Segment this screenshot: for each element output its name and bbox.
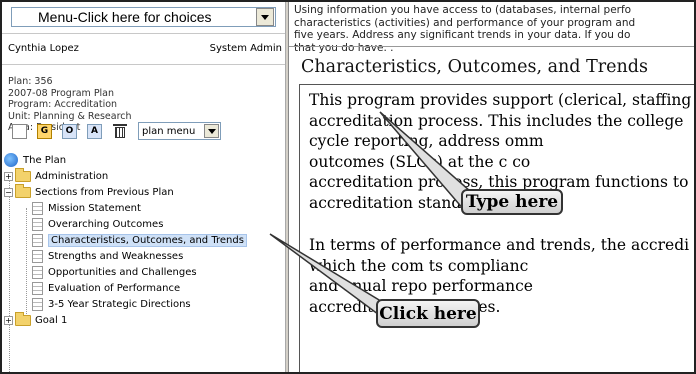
editor-line: which the com ts complianc	[309, 256, 529, 275]
g-button[interactable]: G	[37, 123, 52, 139]
tree-item-characteristics[interactable]: Characteristics, Outcomes, and Trends	[2, 232, 285, 248]
tree-label-selected: Characteristics, Outcomes, and Trends	[48, 233, 247, 247]
tree-item-strengths-weaknesses[interactable]: Strengths and Weaknesses	[2, 248, 285, 264]
tree-label: The Plan	[23, 154, 67, 166]
tree-label: Evaluation of Performance	[48, 282, 181, 294]
plan-globe-icon	[4, 153, 18, 167]
editor-line: In terms of performance and trends, the …	[309, 236, 690, 254]
tree-item-mission-statement[interactable]: Mission Statement	[2, 200, 285, 216]
editor-line: and anual repo performance	[309, 277, 533, 295]
tree-item-overarching-outcomes[interactable]: Overarching Outcomes	[2, 216, 285, 232]
tree-label: Mission Statement	[48, 202, 141, 214]
plan-name: 2007-08 Program Plan	[8, 87, 115, 99]
page-icon	[32, 265, 43, 279]
tree-node-goal-1[interactable]: + Goal 1	[2, 311, 285, 328]
main-menu-label: Menu-Click here for choices	[38, 9, 212, 25]
left-pane: Menu-Click here for choices Cynthia Lope…	[2, 2, 285, 372]
user-role: System Admin	[209, 43, 282, 54]
instruction-line: characteristics (activities) and perform…	[294, 16, 636, 29]
page-icon	[32, 281, 43, 295]
content-pane: Using information you have access to (da…	[289, 2, 694, 372]
tree-label: Sections from Previous Plan	[35, 186, 174, 198]
editor-line: accreditation processes.	[309, 297, 500, 316]
trash-icon[interactable]	[112, 123, 128, 139]
o-button[interactable]: O	[62, 123, 77, 139]
editor-line: accreditation process. This includes the…	[309, 111, 684, 130]
plan-program: Program: Accreditation	[8, 99, 118, 110]
tree-label: Goal 1	[35, 314, 68, 326]
expand-plus-icon[interactable]: +	[4, 171, 13, 181]
folder-open-icon	[15, 183, 31, 198]
page-icon	[32, 297, 43, 311]
tree-item-opportunities-challenges[interactable]: Opportunities and Challenges	[2, 264, 285, 280]
chevron-down-icon[interactable]	[256, 8, 274, 26]
tree-label: Overarching Outcomes	[48, 218, 164, 230]
tree-label: Administration	[35, 170, 109, 182]
tree-label: 3-5 Year Strategic Directions	[48, 298, 191, 310]
type-here-callout: Type here	[461, 189, 563, 215]
user-name: Cynthia Lopez	[8, 43, 79, 54]
plan-menu-label: plan menu	[142, 125, 196, 137]
plan-id: Plan: 356	[8, 76, 53, 87]
editor-line: This program provides support (clerical,…	[309, 91, 692, 109]
instruction-line: five years. Address any significant tren…	[294, 29, 631, 41]
tree-label: Strengths and Weaknesses	[48, 250, 184, 262]
page-icon	[32, 233, 43, 247]
a-button[interactable]: A	[87, 123, 102, 139]
click-here-callout: Click here	[376, 299, 480, 328]
tree-item-evaluation-performance[interactable]: Evaluation of Performance	[2, 280, 285, 296]
collapse-minus-icon[interactable]: −	[4, 187, 13, 197]
main-menu-select[interactable]: Menu-Click here for choices	[11, 7, 276, 27]
instruction-line: that you do have. .	[294, 41, 394, 54]
callout-label: Type here	[465, 192, 559, 212]
folder-icon	[15, 311, 31, 326]
expand-plus-icon[interactable]: +	[4, 315, 13, 325]
editor-line: outcomes (SLOs) at the c co	[309, 152, 531, 171]
plan-toolbar: G O A plan menu	[12, 119, 221, 143]
chevron-down-icon[interactable]	[204, 124, 219, 138]
divider	[289, 46, 694, 47]
instruction-line: Using information you have access to (da…	[294, 4, 632, 16]
tree-node-administration[interactable]: + Administration	[2, 167, 285, 184]
tree-node-sections-previous[interactable]: − Sections from Previous Plan	[2, 183, 285, 200]
tree-node-root[interactable]: The Plan	[2, 152, 285, 168]
divider	[2, 33, 285, 34]
user-info: Cynthia Lopez System Admin	[8, 43, 282, 54]
page-icon	[32, 201, 43, 215]
callout-label: Click here	[379, 303, 477, 324]
section-heading: Characteristics, Outcomes, and Trends	[301, 57, 648, 77]
folder-icon	[15, 167, 31, 182]
blank-page-button[interactable]	[12, 123, 27, 139]
divider	[2, 64, 285, 65]
page-icon	[32, 249, 43, 263]
tree-label: Opportunities and Challenges	[48, 266, 197, 278]
tree-item-strategic-directions[interactable]: 3-5 Year Strategic Directions	[2, 296, 285, 312]
page-icon	[32, 217, 43, 231]
editor-line: cycle reporting, address omm	[309, 132, 544, 150]
app-window: Menu-Click here for choices Cynthia Lope…	[0, 0, 696, 374]
plan-menu-select[interactable]: plan menu	[138, 122, 221, 140]
section-text-editor[interactable]: This program provides support (clerical,…	[299, 84, 694, 372]
plan-tree: The Plan + Administration − Sections fro…	[2, 152, 285, 372]
